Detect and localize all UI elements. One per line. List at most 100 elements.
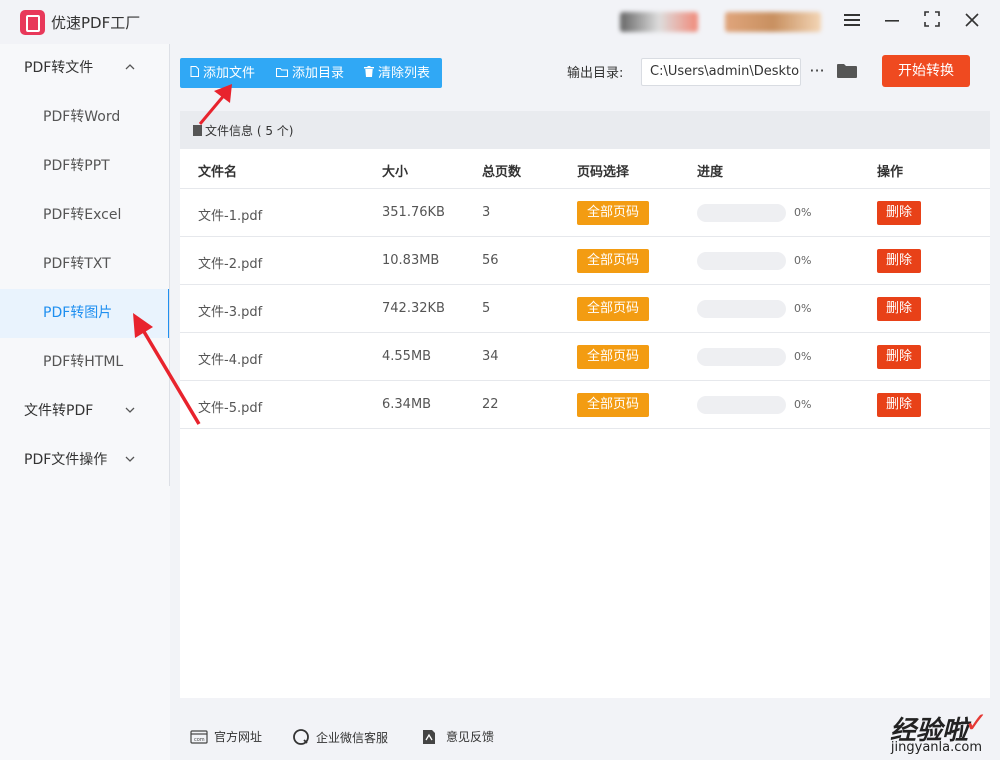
clear-list-label: 清除列表	[378, 66, 431, 81]
progress-bar	[697, 252, 786, 270]
page-count: 3	[482, 205, 491, 220]
column-header-name: 文件名	[198, 165, 238, 180]
close-icon[interactable]	[958, 8, 986, 36]
delete-button[interactable]: 删除	[877, 249, 921, 273]
page-select-button[interactable]: 全部页码	[577, 393, 649, 417]
progress-percent: 0%	[794, 254, 812, 267]
output-dir-input[interactable]: C:\Users\admin\Deskto	[641, 58, 801, 86]
sidebar-group-pdf-operations[interactable]: PDF文件操作	[0, 436, 170, 485]
file-action-group: 添加文件 添加目录 清除列表	[180, 58, 442, 88]
add-file-label: 添加文件	[203, 66, 256, 81]
sidebar: PDF转文件 PDF转Word PDF转PPT PDF转Excel PDF转TX…	[0, 44, 170, 760]
chevron-down-icon	[125, 436, 135, 485]
progress-percent: 0%	[794, 350, 812, 363]
progress-bar	[697, 204, 786, 222]
sidebar-divider	[169, 44, 170, 486]
file-list-panel: 文件信息 ( 5 个) 文件名 大小 总页数 页码选择 进度 操作 文件-1.p…	[180, 111, 990, 698]
sidebar-group-label: PDF文件操作	[24, 452, 108, 468]
delete-button[interactable]: 删除	[877, 345, 921, 369]
file-icon	[190, 58, 199, 88]
progress-percent: 0%	[794, 398, 812, 411]
user-account-name[interactable]	[725, 12, 821, 32]
sidebar-item-pdf-to-image[interactable]: PDF转图片	[0, 289, 170, 338]
website-icon: com	[190, 729, 208, 745]
checkmark-icon: ✓	[964, 706, 988, 739]
column-header-page-select: 页码选择	[577, 165, 630, 180]
file-name: 文件-5.pdf	[198, 401, 263, 416]
file-name: 文件-2.pdf	[198, 257, 263, 272]
table-row: 文件-3.pdf 742.32KB 5 全部页码 0% 删除	[180, 285, 990, 333]
sidebar-item-pdf-to-excel[interactable]: PDF转Excel	[0, 191, 170, 240]
trash-icon	[364, 58, 374, 88]
sidebar-item-pdf-to-ppt[interactable]: PDF转PPT	[0, 142, 170, 191]
sidebar-item-pdf-to-html[interactable]: PDF转HTML	[0, 338, 170, 387]
column-header-progress: 进度	[697, 165, 724, 180]
page-select-button[interactable]: 全部页码	[577, 201, 649, 225]
official-website-label: 官方网址	[214, 730, 263, 744]
open-folder-icon[interactable]	[837, 63, 857, 78]
wechat-support-label: 企业微信客服	[316, 731, 389, 745]
feedback-link[interactable]: 意见反馈	[422, 728, 494, 745]
minimize-icon[interactable]	[878, 8, 906, 36]
menu-icon[interactable]	[838, 8, 866, 36]
watermark-logo: 经验啦 ✓ jingyanla.com	[850, 706, 990, 758]
page-select-button[interactable]: 全部页码	[577, 249, 649, 273]
file-name: 文件-4.pdf	[198, 353, 263, 368]
page-count: 56	[482, 253, 499, 268]
page-select-button[interactable]: 全部页码	[577, 297, 649, 321]
output-dir-label: 输出目录:	[567, 66, 624, 81]
progress-percent: 0%	[794, 206, 812, 219]
progress-percent: 0%	[794, 302, 812, 315]
user-account-avatar[interactable]	[620, 12, 698, 32]
clear-list-button[interactable]: 清除列表	[364, 58, 430, 88]
file-size: 10.83MB	[382, 253, 440, 268]
page-count: 22	[482, 397, 499, 412]
file-name: 文件-3.pdf	[198, 305, 263, 320]
folder-icon	[276, 58, 288, 88]
watermark-url: jingyanla.com	[890, 740, 982, 755]
chevron-up-icon	[125, 44, 135, 93]
toolbar: 添加文件 添加目录 清除列表 输出目录: C:\Users\admin\Desk…	[170, 44, 1000, 102]
file-count: ( 5 个)	[256, 124, 294, 138]
page-select-button[interactable]: 全部页码	[577, 345, 649, 369]
app-title: 优速PDF工厂	[51, 14, 141, 32]
page-count: 34	[482, 349, 499, 364]
add-folder-button[interactable]: 添加目录	[276, 58, 344, 88]
sidebar-group-label: 文件转PDF	[24, 403, 94, 419]
app-logo-icon	[20, 10, 45, 35]
wechat-support-link[interactable]: 企业微信客服	[292, 728, 388, 746]
svg-text:com: com	[194, 737, 205, 743]
maximize-icon[interactable]	[918, 8, 946, 36]
chat-bubble-icon	[292, 728, 310, 745]
feedback-icon	[422, 729, 440, 745]
file-size: 351.76KB	[382, 205, 445, 220]
file-size: 4.55MB	[382, 349, 432, 364]
file-info-label: 文件信息	[205, 124, 254, 138]
file-size: 6.34MB	[382, 397, 432, 412]
table-row: 文件-5.pdf 6.34MB 22 全部页码 0% 删除	[180, 381, 990, 429]
delete-button[interactable]: 删除	[877, 201, 921, 225]
sidebar-group-pdf-to-file[interactable]: PDF转文件	[0, 44, 170, 93]
sidebar-item-pdf-to-word[interactable]: PDF转Word	[0, 93, 170, 142]
official-website-link[interactable]: com 官方网址	[190, 728, 262, 745]
sidebar-group-file-to-pdf[interactable]: 文件转PDF	[0, 387, 170, 436]
sidebar-item-pdf-to-txt[interactable]: PDF转TXT	[0, 240, 170, 289]
delete-button[interactable]: 删除	[877, 297, 921, 321]
table-row: 文件-2.pdf 10.83MB 56 全部页码 0% 删除	[180, 237, 990, 285]
more-options-button[interactable]: ···	[807, 58, 827, 86]
chevron-down-icon	[125, 387, 135, 436]
column-header-pages: 总页数	[482, 165, 522, 180]
title-bar: 优速PDF工厂	[0, 0, 1000, 44]
file-size: 742.32KB	[382, 301, 445, 316]
feedback-label: 意见反馈	[446, 730, 495, 744]
add-file-button[interactable]: 添加文件	[190, 58, 255, 88]
file-info-text: 文件信息 ( 5 个)	[193, 122, 293, 139]
document-icon	[193, 125, 202, 136]
delete-button[interactable]: 删除	[877, 393, 921, 417]
page-count: 5	[482, 301, 491, 316]
progress-bar	[697, 300, 786, 318]
column-header-action: 操作	[877, 165, 904, 180]
table-row: 文件-4.pdf 4.55MB 34 全部页码 0% 删除	[180, 333, 990, 381]
start-convert-button[interactable]: 开始转换	[882, 55, 970, 87]
table-header: 文件名 大小 总页数 页码选择 进度 操作	[180, 149, 990, 189]
